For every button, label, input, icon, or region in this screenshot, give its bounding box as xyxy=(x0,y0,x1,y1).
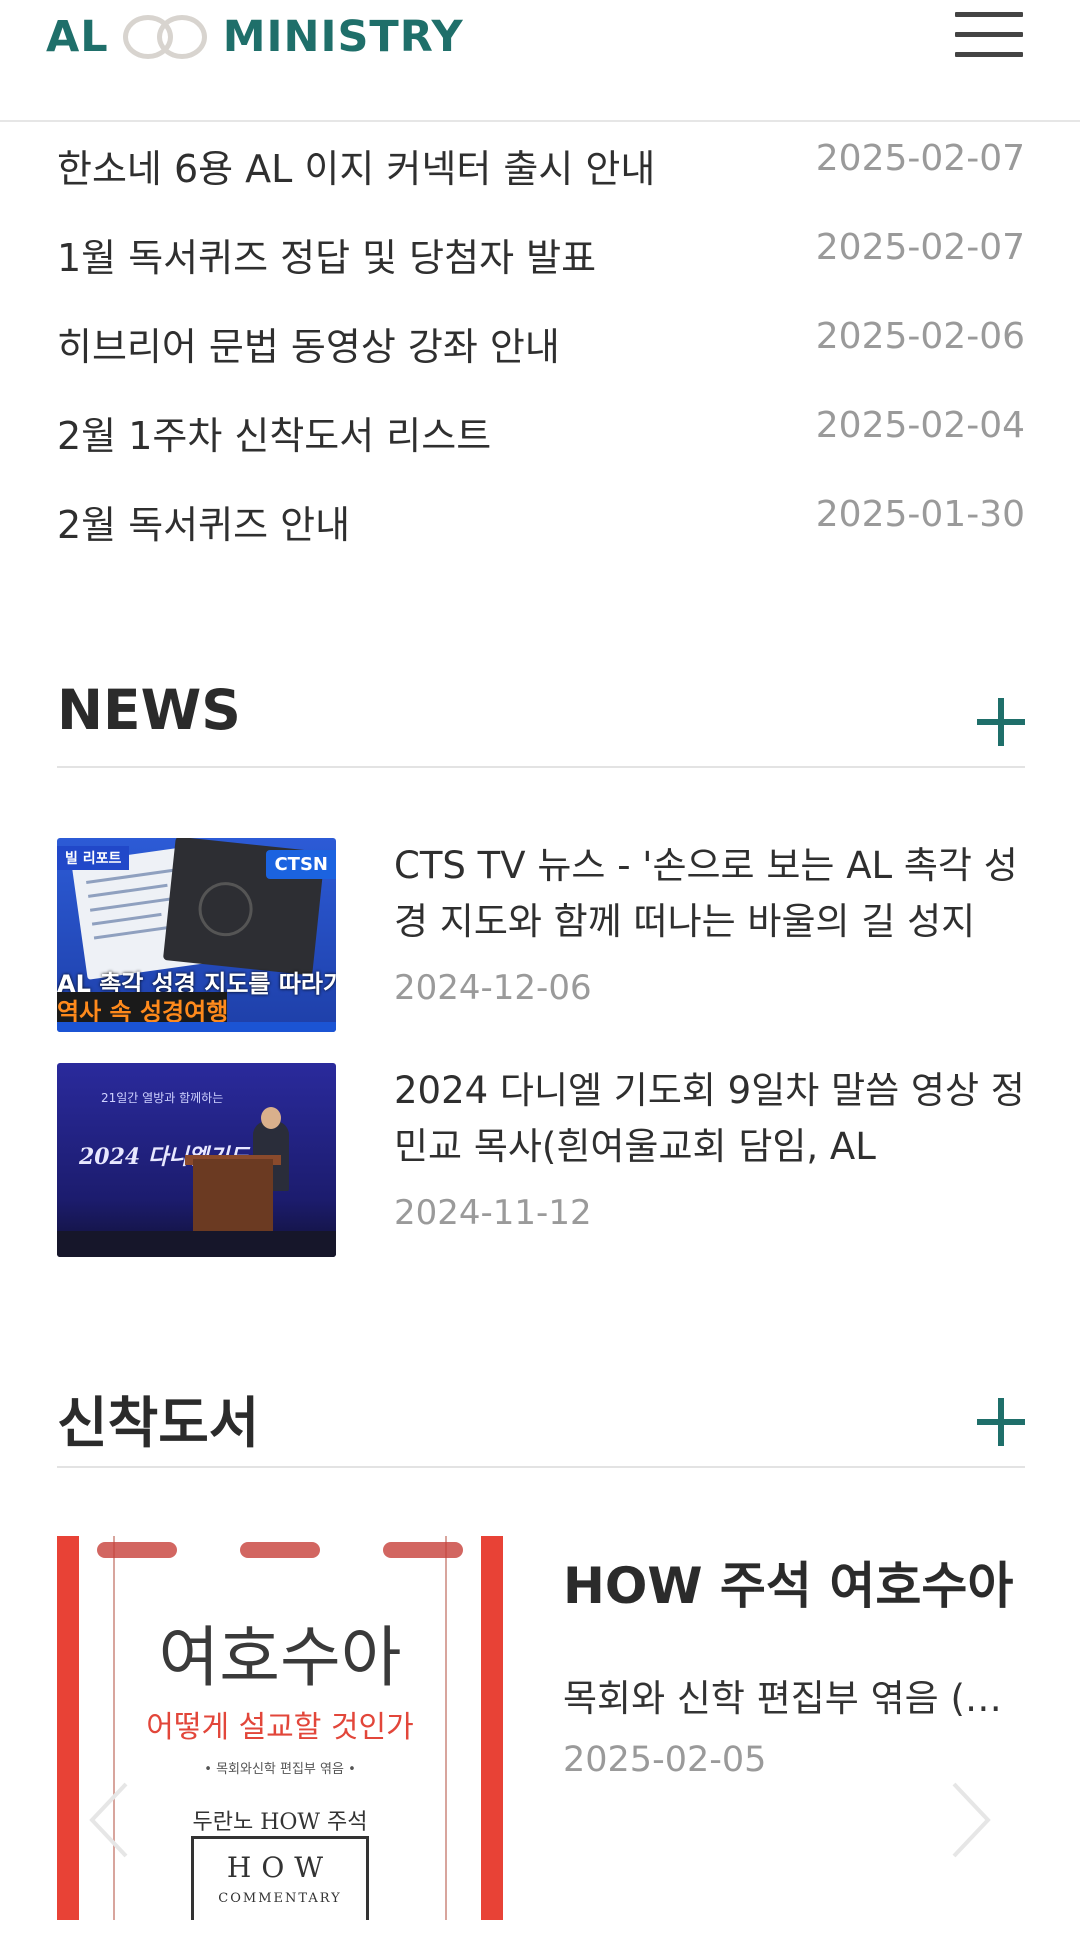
chevron-left-icon[interactable] xyxy=(88,1780,130,1860)
cover-emblem: HOW COMMENTARY xyxy=(191,1836,369,1920)
chevron-right-icon[interactable] xyxy=(950,1780,992,1860)
plus-icon[interactable] xyxy=(977,698,1025,746)
logo-rings-icon xyxy=(122,13,209,61)
channel-logo: CTSN xyxy=(266,850,336,879)
cover-emblem-title: HOW xyxy=(226,1851,334,1884)
logo-text-right: MINISTRY xyxy=(222,12,464,62)
notice-item[interactable]: 히브리어 문법 동영상 강좌 안내 2025-02-06 xyxy=(57,316,1025,405)
notice-title: 히브리어 문법 동영상 강좌 안내 xyxy=(57,325,560,369)
book-author: 목회와 신학 편집부 엮음 (… xyxy=(563,1677,1002,1720)
notice-item[interactable]: 2월 1주차 신착도서 리스트 2025-02-04 xyxy=(57,405,1025,494)
cover-title: 여호수아 xyxy=(158,1619,402,1696)
page: AL MINISTRY 한소네 6용 AL 이지 커넥터 출시 안내 2025-… xyxy=(0,0,1080,1942)
notice-title: 한소네 6용 AL 이지 커넥터 출시 안내 xyxy=(57,147,656,191)
news-text: CTS TV 뉴스 - '손으로 보는 AL 촉각 성경 지도와 함께 떠나는 … xyxy=(394,838,1025,1008)
news-item[interactable]: 빌 리포트 CTSN AL 촉각 성경 지도를 따라가 역사 속 성경여행 CT… xyxy=(57,838,1025,1032)
notice-title: 1월 독서퀴즈 정답 및 당첨자 발표 xyxy=(57,236,597,280)
news-heading: NEWS xyxy=(57,678,241,742)
news-thumbnail: 빌 리포트 CTSN AL 촉각 성경 지도를 따라가 역사 속 성경여행 xyxy=(57,838,336,1032)
books-heading: 신착도서 xyxy=(57,1391,260,1455)
news-item[interactable]: 21일간 열방과 함께하는 2024 다니엘기도회 2024 다니엘 기도회 9… xyxy=(57,1063,1025,1257)
news-title: CTS TV 뉴스 - '손으로 보는 AL 촉각 성경 지도와 함께 떠나는 … xyxy=(394,844,1018,943)
book-info: HOW 주석 여호수아 목회와 신학 편집부 엮음 (… 2025-02-05 xyxy=(563,1536,1025,1780)
notice-item[interactable]: 1월 독서퀴즈 정답 및 당첨자 발표 2025-02-07 xyxy=(57,227,1025,316)
notice-title: 2월 독서퀴즈 안내 xyxy=(57,503,351,547)
hamburger-menu-icon[interactable] xyxy=(953,12,1025,62)
cover-editor: • 목회와신학 편집부 엮음 • xyxy=(204,1762,356,1777)
notice-date: 2025-02-06 xyxy=(815,316,1025,357)
news-text: 2024 다니엘 기도회 9일차 말씀 영상 정민교 목사(흰여울교회 담임, … xyxy=(394,1063,1025,1233)
book-date: 2025-02-05 xyxy=(563,1740,767,1780)
notice-list: 한소네 6용 AL 이지 커넥터 출시 안내 2025-02-07 1월 독서퀴… xyxy=(57,138,1025,583)
thumb-caption: 21일간 열방과 함께하는 xyxy=(101,1091,224,1105)
book-title[interactable]: HOW 주석 여호수아 xyxy=(563,1546,1025,1618)
thumb-badge: 빌 리포트 xyxy=(57,846,130,870)
notice-item[interactable]: 2월 독서퀴즈 안내 2025-01-30 xyxy=(57,494,1025,583)
notice-date: 2025-02-07 xyxy=(815,138,1025,179)
news-title: 2024 다니엘 기도회 9일차 말씀 영상 정민교 목사(흰여울교회 담임, … xyxy=(394,1069,1025,1168)
news-date: 2024-12-06 xyxy=(394,968,592,1008)
logo[interactable]: AL MINISTRY xyxy=(46,6,464,68)
book-cover[interactable]: 여호수아 어떻게 설교할 것인가 • 목회와신학 편집부 엮음 • 두란노 HO… xyxy=(57,1536,503,1920)
notice-date: 2025-02-04 xyxy=(815,405,1025,446)
cover-emblem-sub: COMMENTARY xyxy=(218,1891,342,1906)
news-date: 2024-11-12 xyxy=(394,1193,592,1233)
notice-item[interactable]: 한소네 6용 AL 이지 커넥터 출시 안내 2025-02-07 xyxy=(57,138,1025,227)
notice-date: 2025-01-30 xyxy=(815,494,1025,535)
plus-icon[interactable] xyxy=(977,1398,1025,1446)
news-thumbnail: 21일간 열방과 함께하는 2024 다니엘기도회 xyxy=(57,1063,336,1257)
book-carousel: 여호수아 어떻게 설교할 것인가 • 목회와신학 편집부 엮음 • 두란노 HO… xyxy=(57,1536,1025,1920)
site-header: AL MINISTRY xyxy=(0,0,1080,122)
notice-date: 2025-02-07 xyxy=(815,227,1025,268)
cover-subtitle: 어떻게 설교할 것인가 xyxy=(146,1710,414,1745)
notice-title: 2월 1주차 신착도서 리스트 xyxy=(57,414,492,458)
logo-text-left: AL xyxy=(46,12,109,62)
thumb-caption: 역사 속 성경여행 xyxy=(57,992,228,1026)
news-section-header: NEWS xyxy=(57,678,1025,768)
books-section-header: 신착도서 xyxy=(57,1378,1025,1468)
